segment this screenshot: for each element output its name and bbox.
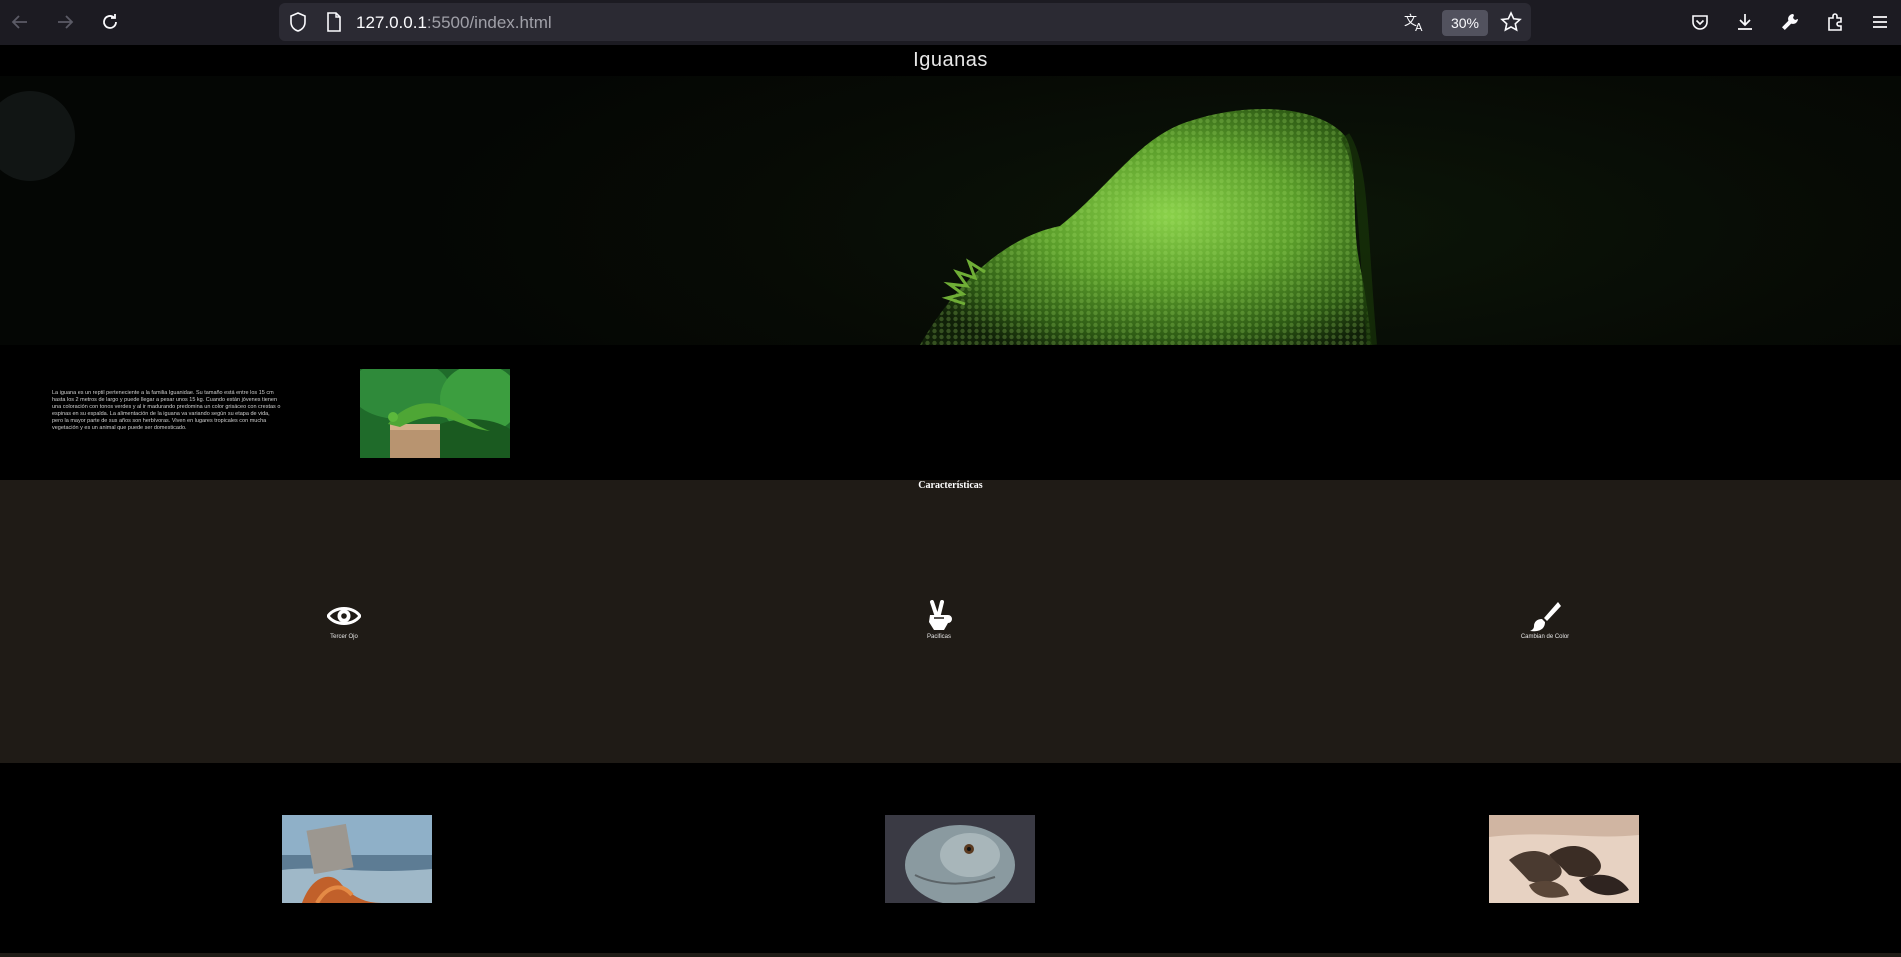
download-icon[interactable] bbox=[1731, 8, 1759, 36]
intro-paragraph: La iguana es un reptil perteneciente a l… bbox=[52, 390, 281, 431]
gallery-section bbox=[0, 763, 1901, 953]
url-host: 127.0.0.1 bbox=[356, 13, 427, 32]
reload-icon[interactable] bbox=[96, 8, 124, 36]
footer-strip bbox=[0, 953, 1901, 957]
intro-section: La iguana es un reptil perteneciente a l… bbox=[0, 345, 1901, 480]
features-heading: Características bbox=[918, 480, 983, 491]
url-text[interactable]: 127.0.0.1:5500/index.html bbox=[356, 13, 552, 33]
url-bar[interactable]: 127.0.0.1:5500/index.html 文A 30% bbox=[279, 3, 1531, 41]
zoom-level-badge[interactable]: 30% bbox=[1442, 10, 1488, 36]
url-path: :5500/index.html bbox=[426, 13, 552, 32]
translate-icon[interactable]: 文A bbox=[1404, 12, 1426, 32]
feature-pacificas: Pacificas bbox=[879, 600, 999, 640]
back-arrow-icon[interactable] bbox=[6, 8, 34, 36]
eye-icon bbox=[326, 600, 362, 632]
paintbrush-icon bbox=[1528, 600, 1562, 632]
forward-arrow-icon[interactable] bbox=[51, 8, 79, 36]
feature-tercer-ojo: Tercer Ojo bbox=[284, 600, 404, 640]
feature-label: Cambian de Color bbox=[1520, 634, 1570, 640]
shield-icon[interactable] bbox=[289, 12, 307, 32]
browser-toolbar: 127.0.0.1:5500/index.html 文A 30% bbox=[0, 0, 1901, 45]
iguana-head-illustration bbox=[0, 91, 1377, 345]
feature-label: Pacificas bbox=[926, 634, 951, 640]
page-icon bbox=[326, 12, 342, 32]
gallery-photo-iguana-rock bbox=[282, 815, 432, 903]
feature-cambian-de-color: Cambian de Color bbox=[1485, 600, 1605, 640]
page-title: Iguanas bbox=[913, 49, 988, 71]
menu-icon[interactable] bbox=[1866, 8, 1894, 36]
extensions-icon[interactable] bbox=[1821, 8, 1849, 36]
web-page: Iguanas La iguana es un reptil perteneci… bbox=[0, 45, 1901, 957]
peace-hand-icon bbox=[922, 600, 956, 632]
svg-text:A: A bbox=[1415, 21, 1423, 32]
features-section: Características Tercer Ojo Pacificas Cam… bbox=[0, 480, 1901, 763]
feature-label: Tercer Ojo bbox=[330, 634, 358, 640]
gallery-photo-marine-iguanas bbox=[1489, 815, 1639, 903]
hero-banner-image bbox=[0, 76, 1901, 345]
bookmark-star-icon[interactable] bbox=[1500, 11, 1522, 33]
green-iguana-photo bbox=[360, 369, 510, 458]
wrench-icon[interactable] bbox=[1776, 8, 1804, 36]
pocket-icon[interactable] bbox=[1686, 8, 1714, 36]
gallery-photo-iguana-face bbox=[885, 815, 1035, 903]
